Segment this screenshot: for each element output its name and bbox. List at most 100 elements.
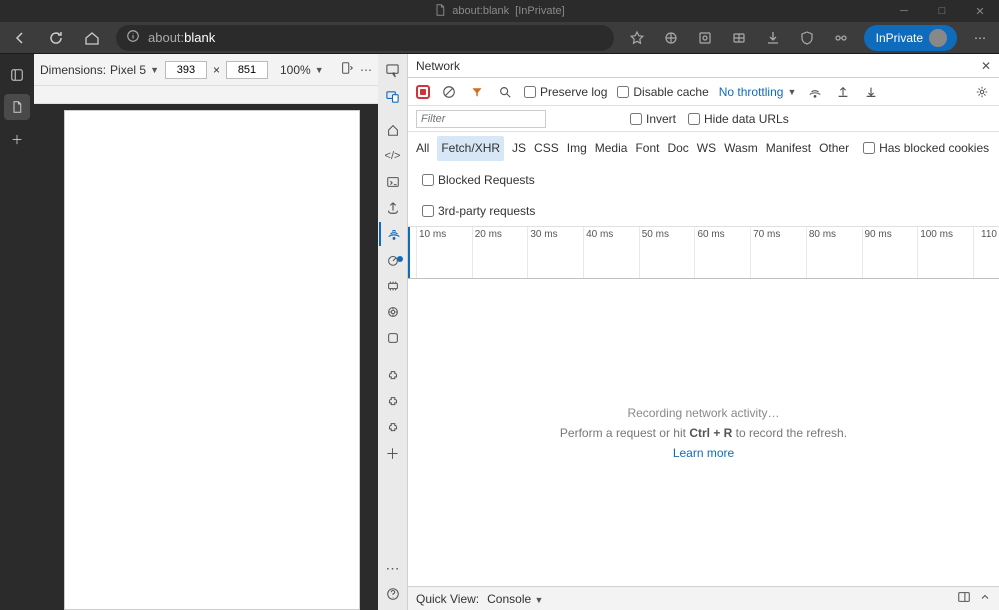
home-button[interactable]	[80, 26, 104, 50]
elements-tab-icon[interactable]: </>	[379, 144, 407, 168]
ruler-tick: 90 ms	[862, 227, 918, 278]
window-close-button[interactable]: ✕	[961, 0, 999, 22]
ruler-tick: 60 ms	[694, 227, 750, 278]
types-row: All Fetch/XHR JS CSS Img Media Font Doc …	[408, 132, 999, 227]
viewport-width-input[interactable]	[165, 61, 207, 79]
extension-tab-icon[interactable]	[379, 390, 407, 414]
quick-view-label: Quick View:	[416, 592, 479, 606]
quick-view-dock-icon[interactable]	[957, 590, 971, 607]
window-title: about:blank	[452, 5, 509, 17]
menu-button[interactable]: ⋯	[969, 27, 991, 49]
url-prefix: about:	[148, 30, 184, 45]
extension-tab-icon[interactable]	[379, 364, 407, 388]
console-tab-icon[interactable]	[379, 170, 407, 194]
throttling-value: No throttling	[719, 85, 784, 99]
invert-checkbox[interactable]: Invert	[630, 112, 676, 126]
sync-icon[interactable]	[830, 27, 852, 49]
downloads-icon[interactable]	[762, 27, 784, 49]
quick-view-bar: Quick View: Console ▼	[408, 586, 999, 610]
page-icon	[434, 4, 446, 19]
filter-input[interactable]	[416, 110, 546, 128]
extension-tab-icon[interactable]	[379, 416, 407, 440]
search-icon[interactable]	[496, 83, 514, 101]
disable-cache-checkbox[interactable]: Disable cache	[617, 85, 708, 99]
filter-type-fetchxhr[interactable]: Fetch/XHR	[437, 136, 504, 161]
hide-data-urls-label: Hide data URLs	[704, 112, 789, 126]
network-settings-icon[interactable]	[973, 83, 991, 101]
has-blocked-cookies-checkbox[interactable]: Has blocked cookies	[863, 137, 989, 160]
devtools-panel: </> ＋ ⋯ Network ✕	[378, 54, 999, 610]
filter-type-all[interactable]: All	[416, 137, 429, 160]
hide-data-urls-checkbox[interactable]: Hide data URLs	[688, 112, 789, 126]
viewport-height-input[interactable]	[226, 61, 268, 79]
device-emulation-icon[interactable]	[379, 84, 407, 108]
collections-icon[interactable]	[728, 27, 750, 49]
back-button[interactable]	[8, 26, 32, 50]
preserve-log-label: Preserve log	[540, 85, 607, 99]
chevron-down-icon: ▼	[315, 65, 324, 75]
learn-more-link[interactable]: Learn more	[673, 446, 734, 460]
security-tab-icon[interactable]	[379, 326, 407, 350]
filter-type-css[interactable]: CSS	[534, 137, 559, 160]
filter-type-manifest[interactable]: Manifest	[766, 137, 811, 160]
clear-button[interactable]	[440, 83, 458, 101]
tab-manager-icon[interactable]	[4, 62, 30, 88]
network-tab-icon[interactable]	[379, 222, 407, 246]
empty-line-2: Perform a request or hit Ctrl + R to rec…	[560, 426, 847, 440]
inprivate-indicator[interactable]: InPrivate	[864, 25, 957, 51]
avatar-icon	[929, 29, 947, 47]
panel-title: Network	[416, 59, 460, 73]
add-tab-icon[interactable]: ＋	[379, 442, 407, 466]
welcome-tab-icon[interactable]	[379, 118, 407, 142]
third-party-label: 3rd-party requests	[438, 200, 535, 223]
filter-type-font[interactable]: Font	[635, 137, 659, 160]
filter-type-media[interactable]: Media	[595, 137, 628, 160]
third-party-checkbox[interactable]: 3rd-party requests	[422, 200, 535, 223]
refresh-button[interactable]	[44, 26, 68, 50]
export-har-icon[interactable]	[834, 83, 852, 101]
import-har-icon[interactable]	[862, 83, 880, 101]
network-conditions-icon[interactable]	[806, 83, 824, 101]
ruler-tick: 10 ms	[416, 227, 472, 278]
timing-ruler[interactable]: 10 ms 20 ms 30 ms 40 ms 50 ms 60 ms 70 m…	[408, 227, 999, 279]
filter-type-js[interactable]: JS	[512, 137, 526, 160]
panel-close-button[interactable]: ✕	[981, 59, 991, 73]
filter-type-wasm[interactable]: Wasm	[724, 137, 758, 160]
performance-tab-icon[interactable]	[379, 248, 407, 272]
inspect-element-icon[interactable]	[379, 58, 407, 82]
application-tab-icon[interactable]	[379, 300, 407, 324]
dimensions-label: Dimensions:	[40, 63, 106, 77]
filter-type-doc[interactable]: Doc	[667, 137, 688, 160]
devtools-help-icon[interactable]	[379, 582, 407, 606]
blocked-requests-checkbox[interactable]: Blocked Requests	[422, 169, 535, 192]
device-toolbar-menu[interactable]: ⋯	[360, 63, 372, 77]
devtools-more-icon[interactable]: ⋯	[379, 556, 407, 580]
quick-view-expand-icon[interactable]	[979, 591, 991, 606]
extensions-icon[interactable]	[694, 27, 716, 49]
ruler-tick: 40 ms	[583, 227, 639, 278]
device-select[interactable]: Dimensions: Pixel 5 ▼	[40, 63, 159, 77]
new-tab-button[interactable]: ＋	[4, 126, 30, 152]
window-minimize-button[interactable]: ─	[885, 0, 923, 22]
memory-tab-icon[interactable]	[379, 274, 407, 298]
zoom-select[interactable]: 100% ▼	[280, 63, 324, 77]
rotate-icon[interactable]	[340, 61, 354, 78]
filter-icon[interactable]	[468, 83, 486, 101]
site-info-icon[interactable]	[126, 29, 140, 46]
preserve-log-checkbox[interactable]: Preserve log	[524, 85, 607, 99]
tracking-icon[interactable]	[660, 27, 682, 49]
quick-view-panel-select[interactable]: Console ▼	[487, 592, 543, 606]
address-bar[interactable]: about:blank	[116, 25, 614, 51]
filter-type-other[interactable]: Other	[819, 137, 849, 160]
filter-type-img[interactable]: Img	[567, 137, 587, 160]
tab-current[interactable]	[4, 94, 30, 120]
favorite-icon[interactable]	[626, 27, 648, 49]
sources-tab-icon[interactable]	[379, 196, 407, 220]
throttling-select[interactable]: No throttling▼	[719, 85, 797, 99]
record-button[interactable]	[416, 85, 430, 99]
invert-label: Invert	[646, 112, 676, 126]
filter-type-ws[interactable]: WS	[697, 137, 716, 160]
network-panel: Network ✕ Preserve log Disable cache No …	[408, 54, 999, 610]
security-icon[interactable]	[796, 27, 818, 49]
window-maximize-button[interactable]: □	[923, 0, 961, 22]
